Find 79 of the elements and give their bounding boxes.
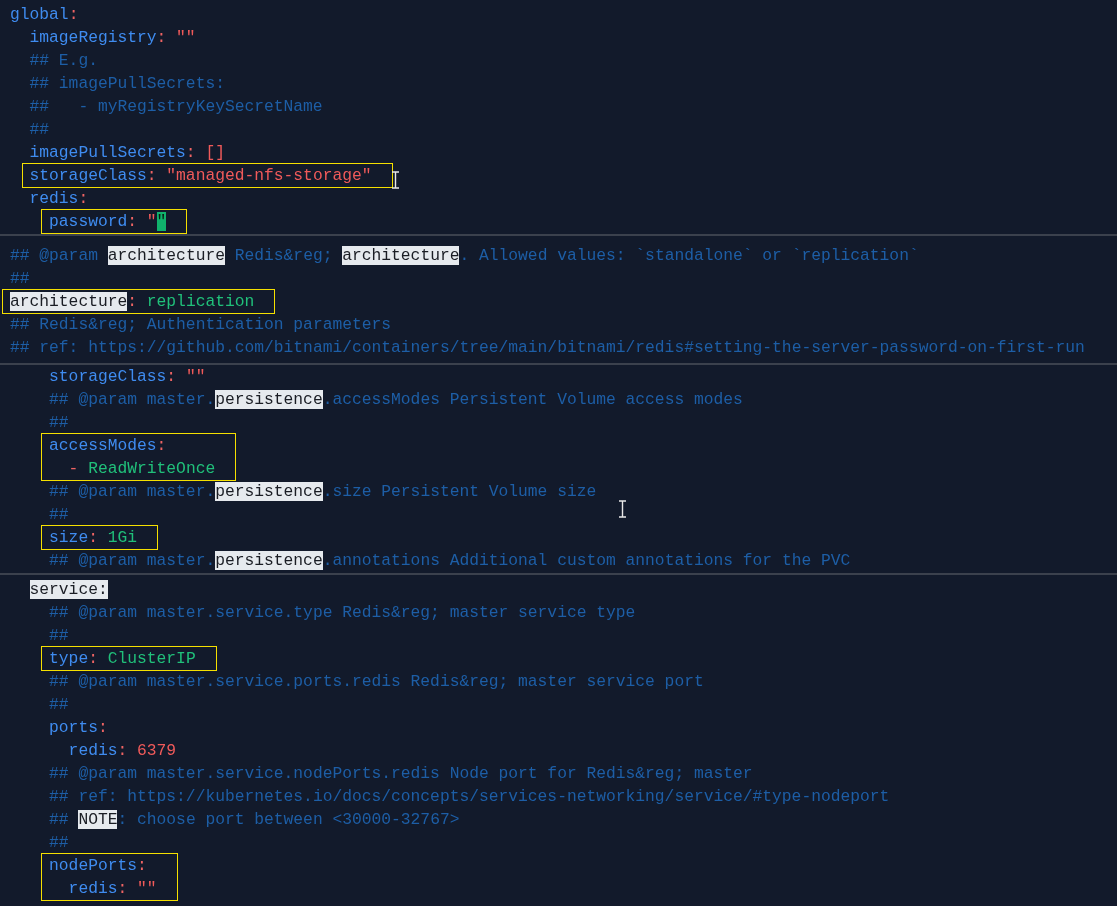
code-comment: ## - myRegistryKeySecretName [29, 97, 323, 116]
search-match: architecture [107, 246, 225, 265]
code-comment: ## @param master. [49, 390, 216, 409]
search-match: persistence [215, 482, 323, 501]
yaml-key: redis [29, 189, 79, 208]
number-value: 6379 [137, 741, 177, 760]
yaml-punctuation: : [127, 212, 139, 231]
code-comment: ## @param master.service.ports.redis Redis&reg; master service port [49, 672, 704, 691]
search-match: architecture [10, 292, 128, 311]
code-comment: : choose port between <30000-32767> [117, 810, 460, 829]
search-match: NOTE [78, 810, 118, 829]
yaml-value: replication [146, 292, 255, 311]
code-comment: Redis&reg; [233, 246, 334, 265]
text-cursor-icon [392, 171, 399, 189]
yaml-punctuation: : [78, 189, 89, 208]
yaml-value: 1Gi [107, 528, 138, 547]
yaml-key: imagePullSecrets [29, 143, 186, 162]
yaml-key: type [49, 649, 89, 668]
yaml-punctuation: : [117, 879, 129, 898]
search-match: architecture [342, 246, 460, 265]
yaml-punctuation: : [88, 528, 99, 547]
yaml-key: size [49, 528, 89, 547]
code-comment: ## ref: https://github.com/bitnami/containers/tree/main/bitnami/redis#setting-the-server-password-on-first-run [10, 338, 1085, 357]
text-cursor-icon [619, 500, 626, 518]
yaml-punctuation: : [146, 166, 158, 185]
code-comment: ## Redis&reg; Authentication parameters [10, 315, 392, 334]
string-value: "" [176, 28, 196, 47]
yaml-punctuation: : [88, 649, 99, 668]
yaml-key: imageRegistry [29, 28, 157, 47]
yaml-punctuation: : [156, 28, 168, 47]
code-comment: ## [49, 695, 69, 714]
string-value: " [146, 212, 157, 231]
yaml-punctuation: : [97, 718, 108, 737]
code-comment: ## [49, 810, 70, 829]
code-comment: ## [49, 413, 69, 432]
yaml-punctuation: : [185, 143, 197, 162]
search-match: service: [29, 580, 108, 599]
yaml-punctuation: : [137, 856, 147, 875]
code-comment: . Allowed values: `standalone` or `replication` [459, 246, 919, 265]
yaml-punctuation: : [156, 436, 167, 455]
code-comment: ## @param [10, 246, 99, 265]
code-comment: ## [29, 120, 50, 139]
code-comment: ## @param master. [49, 482, 216, 501]
code-comment: .size Persistent Volume size [322, 482, 597, 501]
code-comment: ## [10, 269, 30, 288]
yaml-key: password [49, 212, 128, 231]
string-value: [] [205, 143, 225, 162]
yaml-punctuation: : [117, 741, 129, 760]
string-value: "" [185, 367, 206, 386]
code-comment: ## [49, 626, 69, 645]
search-match: persistence [215, 390, 323, 409]
yaml-key: redis [49, 879, 118, 898]
yaml-key: redis [49, 741, 118, 760]
yaml-punctuation: - [67, 459, 80, 478]
search-match: persistence [215, 551, 323, 570]
yaml-key: ports [49, 718, 98, 737]
yaml-punctuation: : [166, 367, 178, 386]
code-comment: ## ref: https://kubernetes.io/docs/concepts/services-networking/service/#type-nodeport [49, 787, 890, 806]
code-comment: ## E.g. [29, 51, 98, 70]
yaml-key: global [10, 5, 69, 24]
yaml-key: storageClass [49, 367, 167, 386]
yaml-value: ReadWriteOnce [88, 459, 216, 478]
code-comment: ## [49, 505, 69, 524]
yaml-key: storageClass [29, 166, 147, 185]
code-comment: ## imagePullSecrets: [29, 74, 225, 93]
code-comment: ## [49, 833, 69, 852]
code-comment: .annotations Additional custom annotations for the PVC [322, 551, 851, 570]
yaml-punctuation: : [68, 5, 79, 24]
string-value: "" [137, 879, 157, 898]
string-value: "managed-nfs-storage" [166, 166, 372, 185]
code-comment: ## @param master.service.type Redis&reg; master service type [49, 603, 636, 622]
yaml-key: accessModes [49, 436, 157, 455]
code-comment: ## @param master. [49, 551, 216, 570]
code-comment: ## @param master.service.nodePorts.redis Node port for Redis&reg; master [49, 764, 753, 783]
text-cursor: " [156, 212, 167, 231]
yaml-value: ClusterIP [107, 649, 196, 668]
code-comment: .accessModes Persistent Volume access modes [322, 390, 743, 409]
yaml-key: nodePorts [49, 856, 137, 875]
yaml-punctuation: : [127, 292, 139, 311]
